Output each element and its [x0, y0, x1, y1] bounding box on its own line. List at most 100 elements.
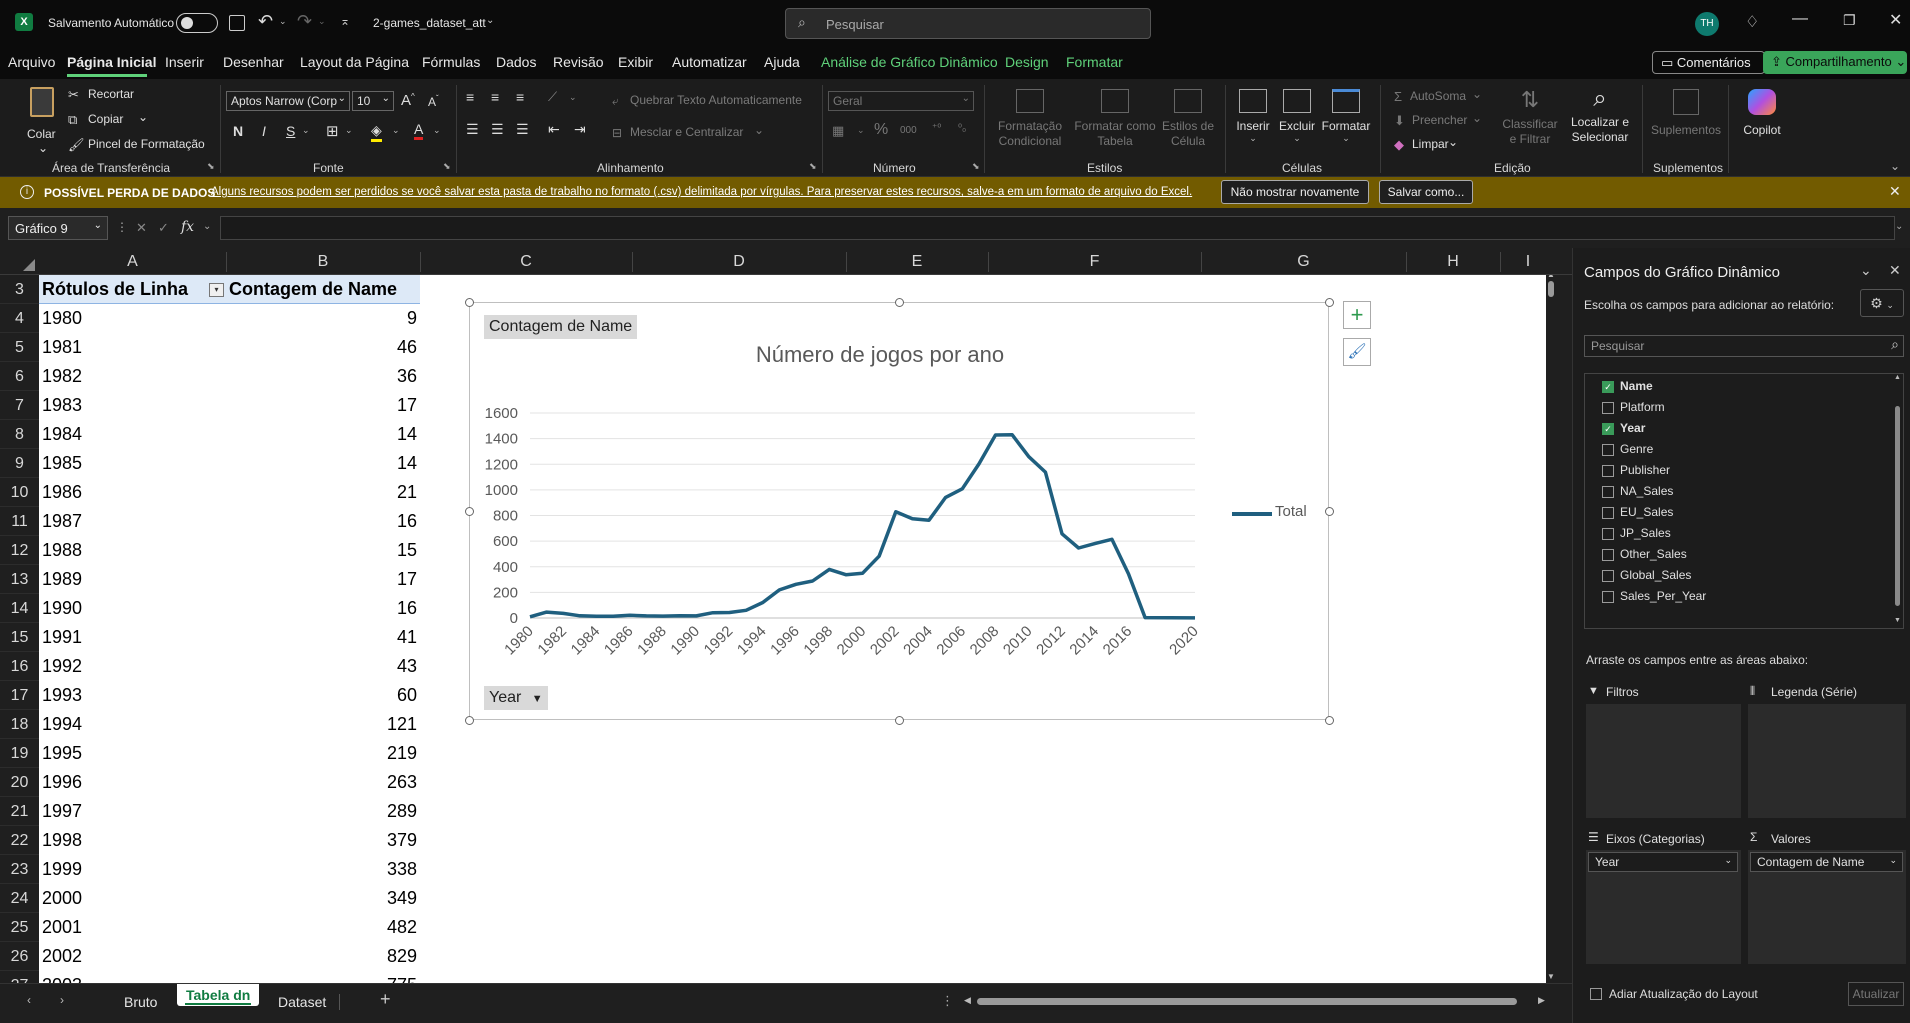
pivot-row-label[interactable]: 2001 [42, 913, 82, 942]
align-left-icon[interactable]: ☰ [466, 121, 479, 138]
pivot-row-label[interactable]: 1999 [42, 855, 82, 884]
pivot-row-label[interactable]: 1995 [42, 739, 82, 768]
underline-dropdown-icon[interactable]: ⌄ [302, 125, 310, 136]
pivot-count-value[interactable]: 15 [240, 536, 417, 565]
row-header[interactable]: 26 [0, 942, 39, 971]
update-button[interactable]: Atualizar [1848, 982, 1904, 1006]
borders-dropdown-icon[interactable]: ⌄ [345, 125, 353, 136]
field-list-scroll-up-icon[interactable]: ▲ [1894, 374, 1901, 381]
font-color-icon[interactable]: A [414, 121, 424, 140]
tab-ajuda[interactable]: Ajuda [764, 54, 800, 70]
filters-drop-area[interactable] [1586, 704, 1741, 818]
clipboard-launcher-icon[interactable]: ⬊ [207, 161, 215, 172]
tab-desenhar[interactable]: Desenhar [223, 54, 284, 70]
minimize-icon[interactable]: — [1792, 10, 1808, 28]
chart-handle[interactable] [1325, 716, 1334, 725]
data-point[interactable] [1077, 546, 1081, 550]
italic-icon[interactable]: I [262, 123, 266, 139]
copilot-button[interactable]: Copilot [1736, 85, 1788, 155]
tab-formatar[interactable]: Formatar [1066, 54, 1123, 70]
field-label[interactable]: Platform [1620, 400, 1665, 414]
data-point[interactable] [960, 487, 964, 491]
filename[interactable]: 2-games_dataset_att [373, 16, 486, 30]
tab-dados[interactable]: Dados [496, 54, 536, 70]
field-checkbox[interactable] [1602, 549, 1614, 561]
data-point[interactable] [877, 554, 881, 558]
data-point[interactable] [694, 614, 698, 618]
merge-center-button[interactable]: ⊟ Mesclar e Centralizar ⌄ [612, 123, 764, 140]
lightbulb-icon[interactable]: ♢ [1745, 12, 1759, 32]
values-field-chip[interactable]: Contagem de Name ⌄ [1750, 852, 1903, 872]
row-header[interactable]: 19 [0, 739, 39, 768]
search-box[interactable]: ⌕ Pesquisar [785, 8, 1151, 39]
row-header[interactable]: 7 [0, 391, 39, 420]
row-header[interactable]: 4 [0, 304, 39, 333]
data-point[interactable] [1193, 616, 1197, 620]
pivot-row-label[interactable]: 1998 [42, 826, 82, 855]
tab-formulas[interactable]: Fórmulas [422, 54, 480, 70]
tab-design[interactable]: Design [1005, 54, 1049, 70]
pivot-count-value[interactable]: 60 [240, 681, 417, 710]
tab-pagina-inicial[interactable]: Página Inicial [67, 54, 156, 70]
column-header-b[interactable]: B [226, 253, 420, 271]
pivot-row-label[interactable]: 1994 [42, 710, 82, 739]
comments-button[interactable]: ▭ Comentários [1652, 51, 1765, 74]
sheet-tab-tabela-dn[interactable]: Tabela dn [177, 984, 259, 1006]
prev-sheet-icon[interactable]: ‹ [27, 993, 31, 1007]
row-header[interactable]: 23 [0, 855, 39, 884]
column-header-c[interactable]: C [420, 253, 632, 271]
close-window-icon[interactable]: ✕ [1889, 10, 1902, 30]
data-point[interactable] [1043, 470, 1047, 474]
value-field-button[interactable]: Contagem de Name [484, 315, 638, 339]
tab-inserir[interactable]: Inserir [165, 54, 204, 70]
row-header[interactable]: 13 [0, 565, 39, 594]
field-checkbox[interactable] [1602, 444, 1614, 456]
currency-icon[interactable]: ▦ [832, 123, 844, 139]
next-sheet-icon[interactable]: › [60, 993, 64, 1007]
pivot-count-value[interactable]: 9 [240, 304, 417, 333]
field-list-scroll-thumb[interactable] [1895, 406, 1900, 606]
data-point[interactable] [711, 611, 715, 615]
column-header-h[interactable]: H [1406, 253, 1500, 271]
data-point[interactable] [977, 462, 981, 466]
data-point[interactable] [1093, 541, 1097, 545]
field-checkbox[interactable] [1602, 402, 1614, 414]
chart-elements-button[interactable]: + [1343, 301, 1371, 329]
field-list-scrollbar[interactable]: ▲ ▼ [1894, 374, 1901, 626]
chart-styles-button[interactable]: 🖌 [1343, 338, 1371, 366]
borders-icon[interactable]: ⊞ [326, 122, 339, 140]
data-point[interactable] [910, 517, 914, 521]
series-line-total[interactable] [529, 432, 1196, 620]
axis-field-chip[interactable]: Year ⌄ [1588, 852, 1738, 872]
row-header[interactable]: 8 [0, 420, 39, 449]
row-header[interactable]: 5 [0, 333, 39, 362]
align-top-icon[interactable]: ≡ [466, 89, 474, 105]
pivot-count-value[interactable]: 17 [240, 565, 417, 594]
orientation-icon[interactable]: ⟋ [548, 89, 557, 105]
pivot-row-label[interactable]: 1986 [42, 478, 82, 507]
pivot-count-value[interactable]: 14 [240, 449, 417, 478]
scroll-down-icon[interactable]: ▼ [1547, 972, 1555, 981]
copy-button[interactable]: ⧉ Copiar ⌄ [68, 110, 148, 128]
data-point[interactable] [794, 582, 798, 586]
pivot-count-value[interactable]: 219 [240, 739, 417, 768]
pivot-count-value[interactable]: 36 [240, 362, 417, 391]
fill-color-icon[interactable]: ◈ [371, 122, 382, 142]
sheet-tab-bruto[interactable]: Bruto [124, 994, 157, 1010]
number-format-select[interactable]: Geral ⌄ [828, 91, 974, 111]
sheet-tab-dataset[interactable]: Dataset [278, 994, 326, 1010]
data-point[interactable] [827, 567, 831, 571]
fill-button[interactable]: ⬇ Preencher ⌄ [1394, 111, 1482, 129]
pivot-row-label[interactable]: 1987 [42, 507, 82, 536]
format-as-table-button[interactable]: Formatar como Tabela [1071, 85, 1159, 155]
pivot-count-value[interactable]: 379 [240, 826, 417, 855]
save-as-button[interactable]: Salvar como... [1379, 180, 1473, 204]
data-point[interactable] [1110, 537, 1114, 541]
confirm-formula-icon[interactable]: ✓ [158, 220, 169, 236]
data-point[interactable] [1060, 532, 1064, 536]
close-pane-icon[interactable]: ✕ [1889, 262, 1901, 279]
row-labels-filter-icon[interactable]: ▾ [209, 283, 224, 297]
percent-icon[interactable]: % [874, 121, 888, 139]
row-header[interactable]: 24 [0, 884, 39, 913]
pivot-row-label[interactable]: 2000 [42, 884, 82, 913]
